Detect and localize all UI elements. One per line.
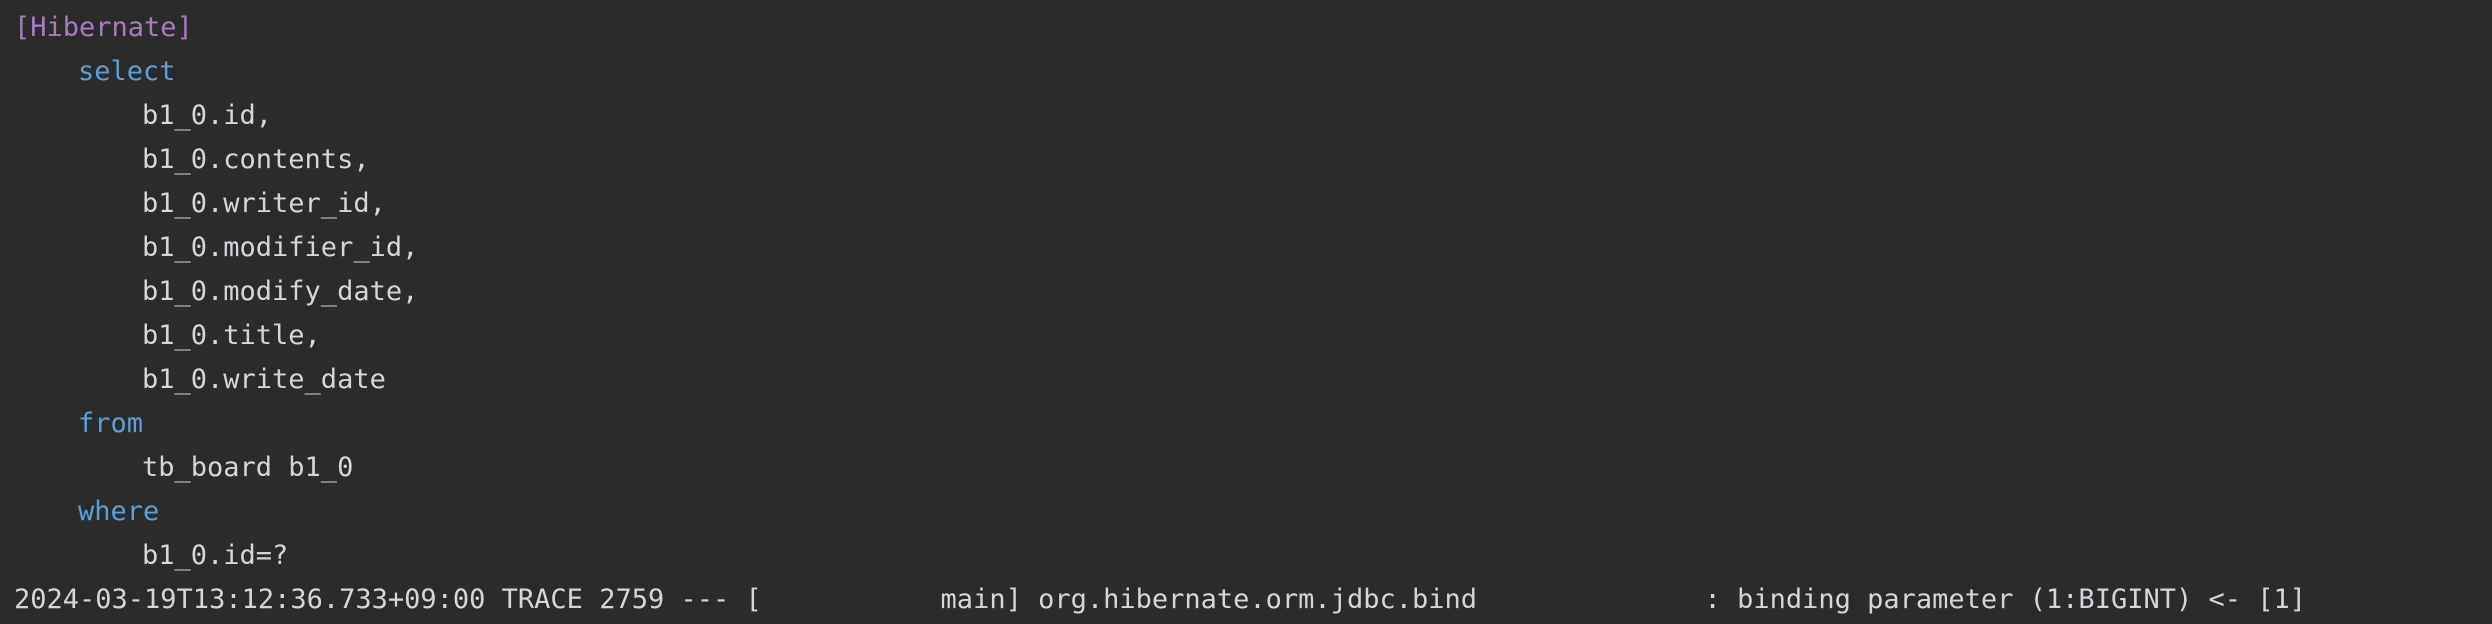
sql-column: b1_0.contents, — [142, 144, 370, 175]
sql-keyword-from: from — [78, 408, 144, 439]
console-output: [Hibernate] select b1_0.id, b1_0.content… — [14, 6, 2492, 622]
sql-keyword-where: where — [78, 496, 160, 527]
sql-condition: b1_0.id=? — [142, 540, 289, 571]
sql-table: tb_board b1_0 — [142, 452, 354, 483]
sql-column: b1_0.writer_id, — [142, 188, 386, 219]
sql-column: b1_0.modifier_id, — [142, 232, 419, 263]
sql-column: b1_0.modify_date, — [142, 276, 419, 307]
sql-column: b1_0.title, — [142, 320, 321, 351]
trace-log-line: 2024-03-19T13:12:36.733+09:00 TRACE 2759… — [14, 584, 2307, 615]
sql-column: b1_0.id, — [142, 100, 273, 131]
sql-column: b1_0.write_date — [142, 364, 386, 395]
hibernate-tag: [Hibernate] — [14, 12, 193, 43]
sql-keyword-select: select — [78, 56, 176, 87]
